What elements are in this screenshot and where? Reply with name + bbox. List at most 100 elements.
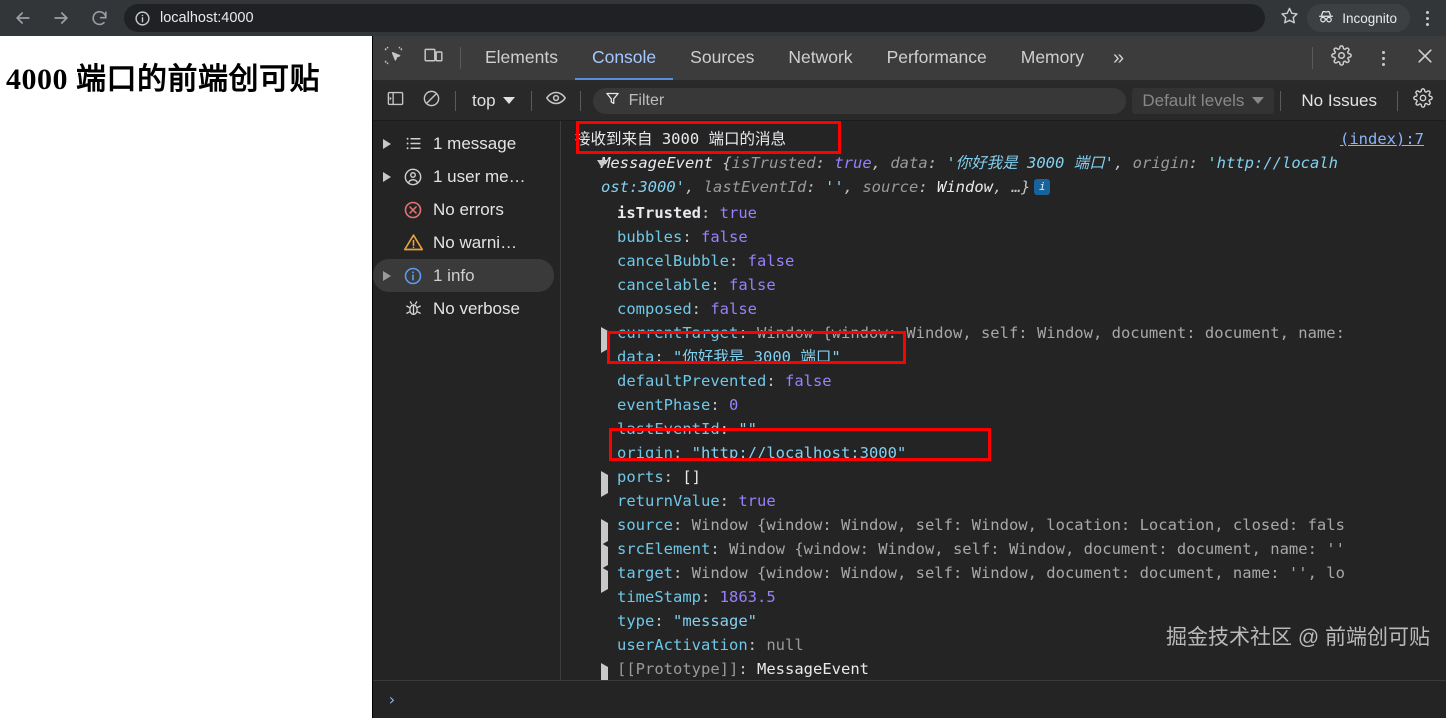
sidebar-item-verbose[interactable]: No verbose bbox=[373, 292, 554, 325]
address-bar[interactable]: localhost:4000 bbox=[124, 4, 1266, 32]
sidebar-item-label: No verbose bbox=[433, 298, 520, 318]
preview-value-data: '你好我是 3000 端口' bbox=[946, 154, 1114, 172]
property-name: cancelBubble bbox=[617, 252, 729, 270]
preview-value-origin: 'http://localh bbox=[1207, 154, 1338, 172]
property-value: 1863.5 bbox=[719, 588, 776, 606]
property-row-timeStamp[interactable]: timeStamp: 1863.5 bbox=[575, 585, 1446, 609]
tab-performance[interactable]: Performance bbox=[870, 36, 1004, 80]
property-name: target bbox=[617, 564, 673, 582]
property-row-source[interactable]: source: Window {window: Window, self: Wi… bbox=[575, 513, 1446, 545]
console-prompt[interactable]: › bbox=[373, 680, 1446, 718]
gear-icon bbox=[1330, 45, 1352, 71]
back-button[interactable] bbox=[8, 3, 38, 33]
property-row-bubbles[interactable]: bubbles: false bbox=[575, 225, 1446, 249]
tab-elements[interactable]: Elements bbox=[468, 36, 575, 80]
info-badge[interactable]: i bbox=[1034, 179, 1051, 195]
console-toolbar-divider-2 bbox=[530, 90, 532, 111]
object-preview-line-1: MessageEvent {isTrusted: true, data: '你好… bbox=[601, 154, 1338, 172]
preview-key-origin: origin bbox=[1132, 154, 1189, 172]
tab-network[interactable]: Network bbox=[771, 36, 869, 80]
browser-toolbar: localhost:4000 Incognito bbox=[0, 0, 1446, 36]
device-toolbar-button[interactable] bbox=[413, 36, 453, 80]
incognito-label: Incognito bbox=[1342, 10, 1397, 26]
inspect-element-icon bbox=[383, 45, 404, 71]
object-properties: isTrusted: true bubbles: false cancelBub… bbox=[575, 199, 1446, 680]
property-name: srcElement bbox=[617, 540, 711, 558]
source-location-link[interactable]: (index):7 bbox=[1340, 127, 1424, 151]
user-icon bbox=[401, 165, 425, 189]
devtools-menu-button[interactable] bbox=[1362, 36, 1404, 80]
property-row-returnValue[interactable]: returnValue: true bbox=[575, 489, 1446, 513]
property-value: false bbox=[701, 228, 748, 246]
property-row-composed[interactable]: composed: false bbox=[575, 297, 1446, 321]
property-value: Window {window: Window, self: Window, do… bbox=[757, 324, 1345, 342]
sidebar-item-user-messages[interactable]: 1 user me… bbox=[373, 160, 554, 193]
property-row-cancelable[interactable]: cancelable: false bbox=[575, 273, 1446, 297]
bookmark-button[interactable] bbox=[1275, 4, 1303, 32]
property-row-target[interactable]: target: Window {window: Window, self: Wi… bbox=[575, 561, 1446, 593]
devtools-close-button[interactable] bbox=[1404, 36, 1446, 80]
chevron-down-icon bbox=[1252, 97, 1265, 104]
forward-button[interactable] bbox=[46, 3, 76, 33]
property-row-defaultPrevented[interactable]: defaultPrevented: false bbox=[575, 369, 1446, 393]
inspect-element-button[interactable] bbox=[373, 36, 413, 80]
sidebar-item-label: 1 message bbox=[433, 133, 517, 153]
tab-console[interactable]: Console bbox=[574, 36, 674, 80]
console-settings-button[interactable] bbox=[1404, 88, 1442, 113]
property-row-srcElement[interactable]: srcElement: Window {window: Window, self… bbox=[575, 537, 1446, 569]
property-row-data[interactable]: data: "你好我是 3000 端口" bbox=[575, 345, 1446, 369]
property-name: ports bbox=[617, 468, 664, 486]
expand-arrow[interactable] bbox=[601, 663, 608, 680]
property-value: false bbox=[747, 252, 795, 270]
property-name: cancelable bbox=[617, 276, 711, 294]
browser-menu-button[interactable] bbox=[1414, 4, 1440, 32]
tab-memory[interactable]: Memory bbox=[1004, 36, 1101, 80]
close-icon bbox=[1415, 46, 1435, 71]
property-row-lastEventId[interactable]: lastEventId: "" bbox=[575, 417, 1446, 441]
property-value: Window {window: Window, self: Window, do… bbox=[729, 540, 1345, 558]
property-row-ports[interactable]: ports: [] bbox=[575, 465, 1446, 497]
issues-counter[interactable]: No Issues bbox=[1287, 91, 1391, 111]
clear-console-button[interactable] bbox=[413, 86, 449, 116]
console-sidebar-toggle-button[interactable] bbox=[377, 86, 413, 116]
log-levels-selector[interactable]: Default levels bbox=[1132, 87, 1275, 114]
object-expand-toggle[interactable] bbox=[597, 160, 607, 189]
sidebar-item-label: 1 user me… bbox=[433, 166, 526, 186]
property-row-isTrusted[interactable]: isTrusted: true bbox=[575, 201, 1446, 225]
live-expression-button[interactable] bbox=[538, 86, 574, 116]
more-tabs-button[interactable]: » bbox=[1101, 36, 1133, 80]
expand-arrow[interactable] bbox=[381, 171, 393, 182]
property-value: [] bbox=[682, 468, 702, 486]
tab-sources[interactable]: Sources bbox=[673, 36, 771, 80]
property-name: isTrusted bbox=[617, 204, 701, 222]
site-info-icon[interactable] bbox=[132, 8, 152, 28]
console-toolbar-divider-4 bbox=[1280, 90, 1282, 111]
property-row-prototype[interactable]: [[Prototype]]: MessageEvent bbox=[575, 657, 1446, 680]
sidebar-item-errors[interactable]: No errors bbox=[373, 193, 554, 226]
property-name: userActivation bbox=[617, 636, 748, 654]
property-row-origin[interactable]: origin: "http://localhost:3000" bbox=[575, 441, 1446, 465]
property-name: origin bbox=[617, 444, 673, 462]
expand-arrow[interactable] bbox=[381, 138, 393, 149]
incognito-indicator[interactable]: Incognito bbox=[1307, 4, 1410, 32]
javascript-context-selector[interactable]: top bbox=[462, 87, 525, 115]
preview-key-lasteventid: lastEventId bbox=[703, 178, 807, 196]
console-messages-pane[interactable]: (index):7 接收到来自 3000 端口的消息 MessageEvent … bbox=[561, 121, 1446, 680]
devtools-settings-button[interactable] bbox=[1320, 36, 1362, 80]
property-row-eventPhase[interactable]: eventPhase: 0 bbox=[575, 393, 1446, 417]
property-row-currentTarget[interactable]: currentTarget: Window {window: Window, s… bbox=[575, 321, 1446, 353]
prompt-caret-icon: › bbox=[387, 690, 397, 709]
sidebar-item-messages[interactable]: 1 message bbox=[373, 127, 554, 160]
sidebar-item-warnings[interactable]: No warni… bbox=[373, 226, 554, 259]
expand-arrow[interactable] bbox=[381, 270, 393, 281]
log-levels-value: Default levels bbox=[1142, 90, 1245, 110]
reload-button[interactable] bbox=[84, 3, 114, 33]
warning-icon bbox=[401, 231, 425, 255]
sidebar-item-info[interactable]: 1 info bbox=[373, 259, 554, 292]
console-message-list: (index):7 接收到来自 3000 端口的消息 MessageEvent … bbox=[561, 121, 1446, 680]
property-name: bubbles bbox=[617, 228, 683, 246]
console-message[interactable]: (index):7 接收到来自 3000 端口的消息 MessageEvent … bbox=[561, 121, 1446, 680]
back-arrow-icon bbox=[13, 8, 33, 28]
console-filter-input[interactable]: Filter bbox=[592, 87, 1127, 114]
property-row-cancelBubble[interactable]: cancelBubble: false bbox=[575, 249, 1446, 273]
